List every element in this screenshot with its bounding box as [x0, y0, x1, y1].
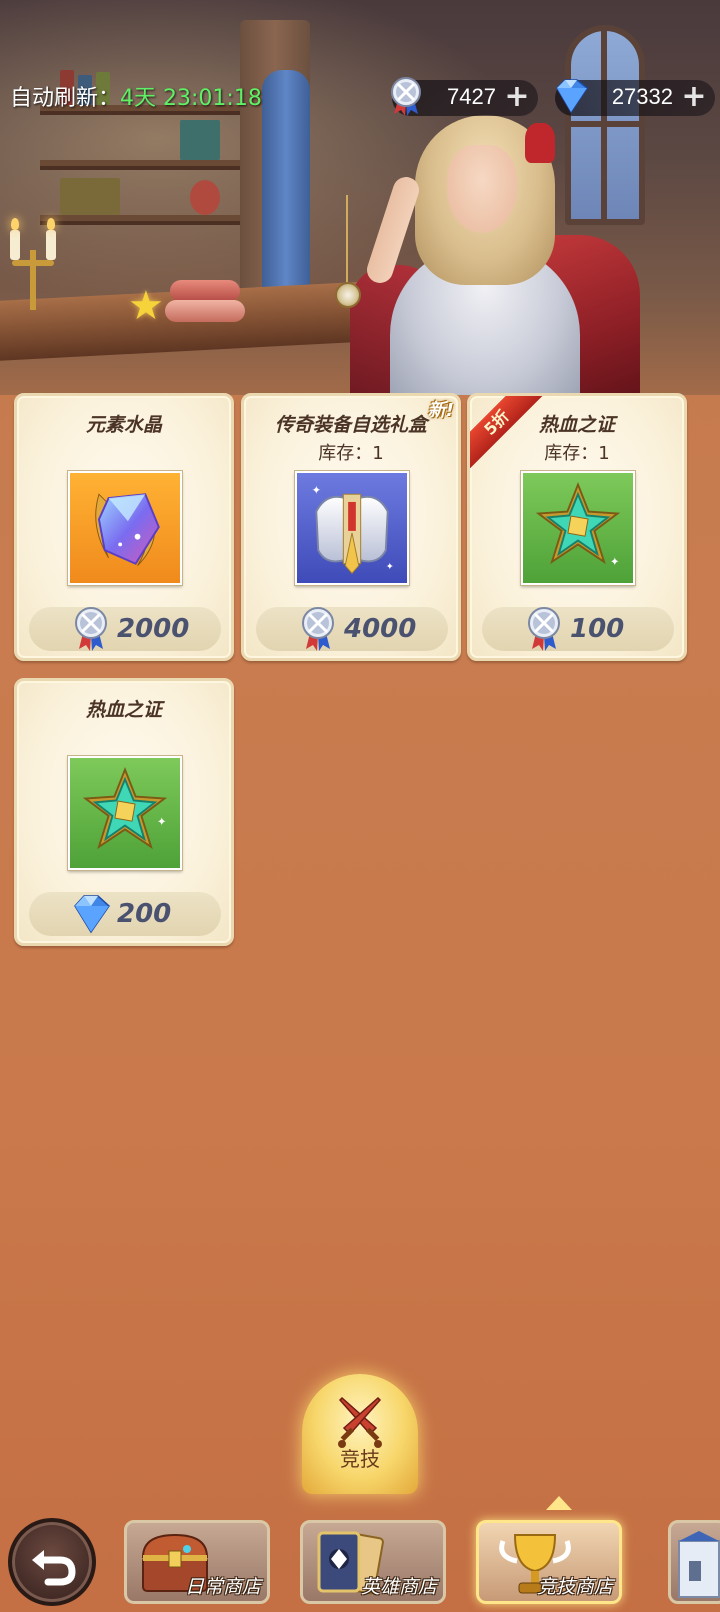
shop-item-card[interactable]: 元素水晶 2000	[14, 393, 234, 661]
medal-currency: 7427 +	[391, 77, 538, 116]
item-name: 传奇装备自选礼盒	[274, 414, 427, 436]
pocket-watch-icon	[335, 282, 361, 308]
arena-medal-icon	[391, 77, 421, 116]
item-stock: 库存：1	[544, 443, 610, 464]
item-price: 4000	[344, 614, 417, 644]
item-name: 热血之证	[85, 699, 162, 721]
fruit-basket	[190, 180, 220, 215]
legendary-armor-box-icon: ✦ ✦	[294, 470, 410, 586]
price-bar: 100	[482, 607, 674, 651]
arena-category-tab[interactable]: 竞技	[302, 1374, 418, 1494]
gem-currency: 27332 +	[555, 79, 715, 116]
item-price: 100	[570, 614, 625, 644]
shelf	[40, 160, 240, 170]
price-bar: 200	[29, 892, 221, 936]
medal-amount: 7427	[447, 84, 496, 109]
arena-tab-label: 竞技	[340, 1447, 380, 1471]
arena-medal-icon	[302, 607, 334, 651]
svg-text:✦: ✦	[386, 561, 394, 572]
item-name: 元素水晶	[85, 414, 162, 436]
arena-medal-icon	[528, 607, 560, 651]
scroll	[165, 300, 245, 322]
shop-item-card[interactable]: 热血之证 ✦ 200	[14, 678, 234, 946]
shop-banner: ★	[0, 0, 720, 395]
book-stack	[180, 120, 220, 160]
add-gem-button[interactable]: +	[679, 82, 709, 113]
back-arrow-icon	[32, 1550, 76, 1586]
svg-text:✦: ✦	[311, 483, 321, 497]
price-bar: 4000	[256, 607, 448, 651]
hot-blood-proof-icon: ✦	[67, 755, 183, 871]
item-stock: 库存：1	[318, 443, 384, 464]
shop-item-card[interactable]: 新! 传奇装备自选礼盒 库存：1 ✦ ✦ 4000	[241, 393, 461, 661]
box	[60, 178, 120, 215]
add-medal-button[interactable]: +	[502, 82, 532, 113]
refresh-timer: 4天 23:01:18	[120, 86, 262, 111]
castle-icon	[678, 1531, 720, 1598]
back-button[interactable]	[8, 1518, 96, 1606]
hot-blood-proof-icon: ✦	[520, 470, 636, 586]
star-icon: ★	[128, 283, 164, 329]
item-price: 2000	[117, 614, 190, 644]
arena-medal-icon	[75, 607, 107, 651]
watch-chain	[346, 195, 348, 283]
auto-refresh: 自动刷新：4天 23:01:18	[10, 80, 262, 112]
item-price: 200	[117, 899, 172, 929]
tab-label: 英雄商店	[360, 1576, 437, 1598]
tab-label: 日常商店	[184, 1576, 261, 1598]
active-tab-pointer	[546, 1496, 572, 1510]
refresh-label: 自动刷新：	[10, 86, 121, 111]
tab-daily-shop[interactable]: 日常商店	[124, 1520, 270, 1604]
tab-hero-shop[interactable]: 英雄商店	[300, 1520, 446, 1604]
shelf	[40, 215, 240, 225]
tab-label: 竞技商店	[536, 1576, 613, 1598]
top-bar: 自动刷新：4天 23:01:18 7427 + 27332 +	[0, 68, 720, 124]
item-name: 热血之证	[538, 414, 615, 436]
price-bar: 2000	[29, 607, 221, 651]
scroll	[170, 280, 240, 302]
shop-item-card[interactable]: 5折 热血之证 库存：1 ✦ 100	[467, 393, 687, 661]
element-crystal-icon	[67, 470, 183, 586]
diamond-icon	[74, 895, 110, 934]
gem-amount: 27332	[611, 84, 673, 109]
svg-text:✦: ✦	[610, 555, 620, 569]
diamond-icon	[556, 79, 589, 114]
svg-text:✦: ✦	[157, 815, 167, 829]
tab-castle-shop[interactable]	[668, 1520, 720, 1604]
tab-arena-shop[interactable]: 竞技商店	[476, 1520, 622, 1604]
shopkeeper-character[interactable]	[330, 115, 640, 395]
candelabra	[8, 218, 58, 310]
